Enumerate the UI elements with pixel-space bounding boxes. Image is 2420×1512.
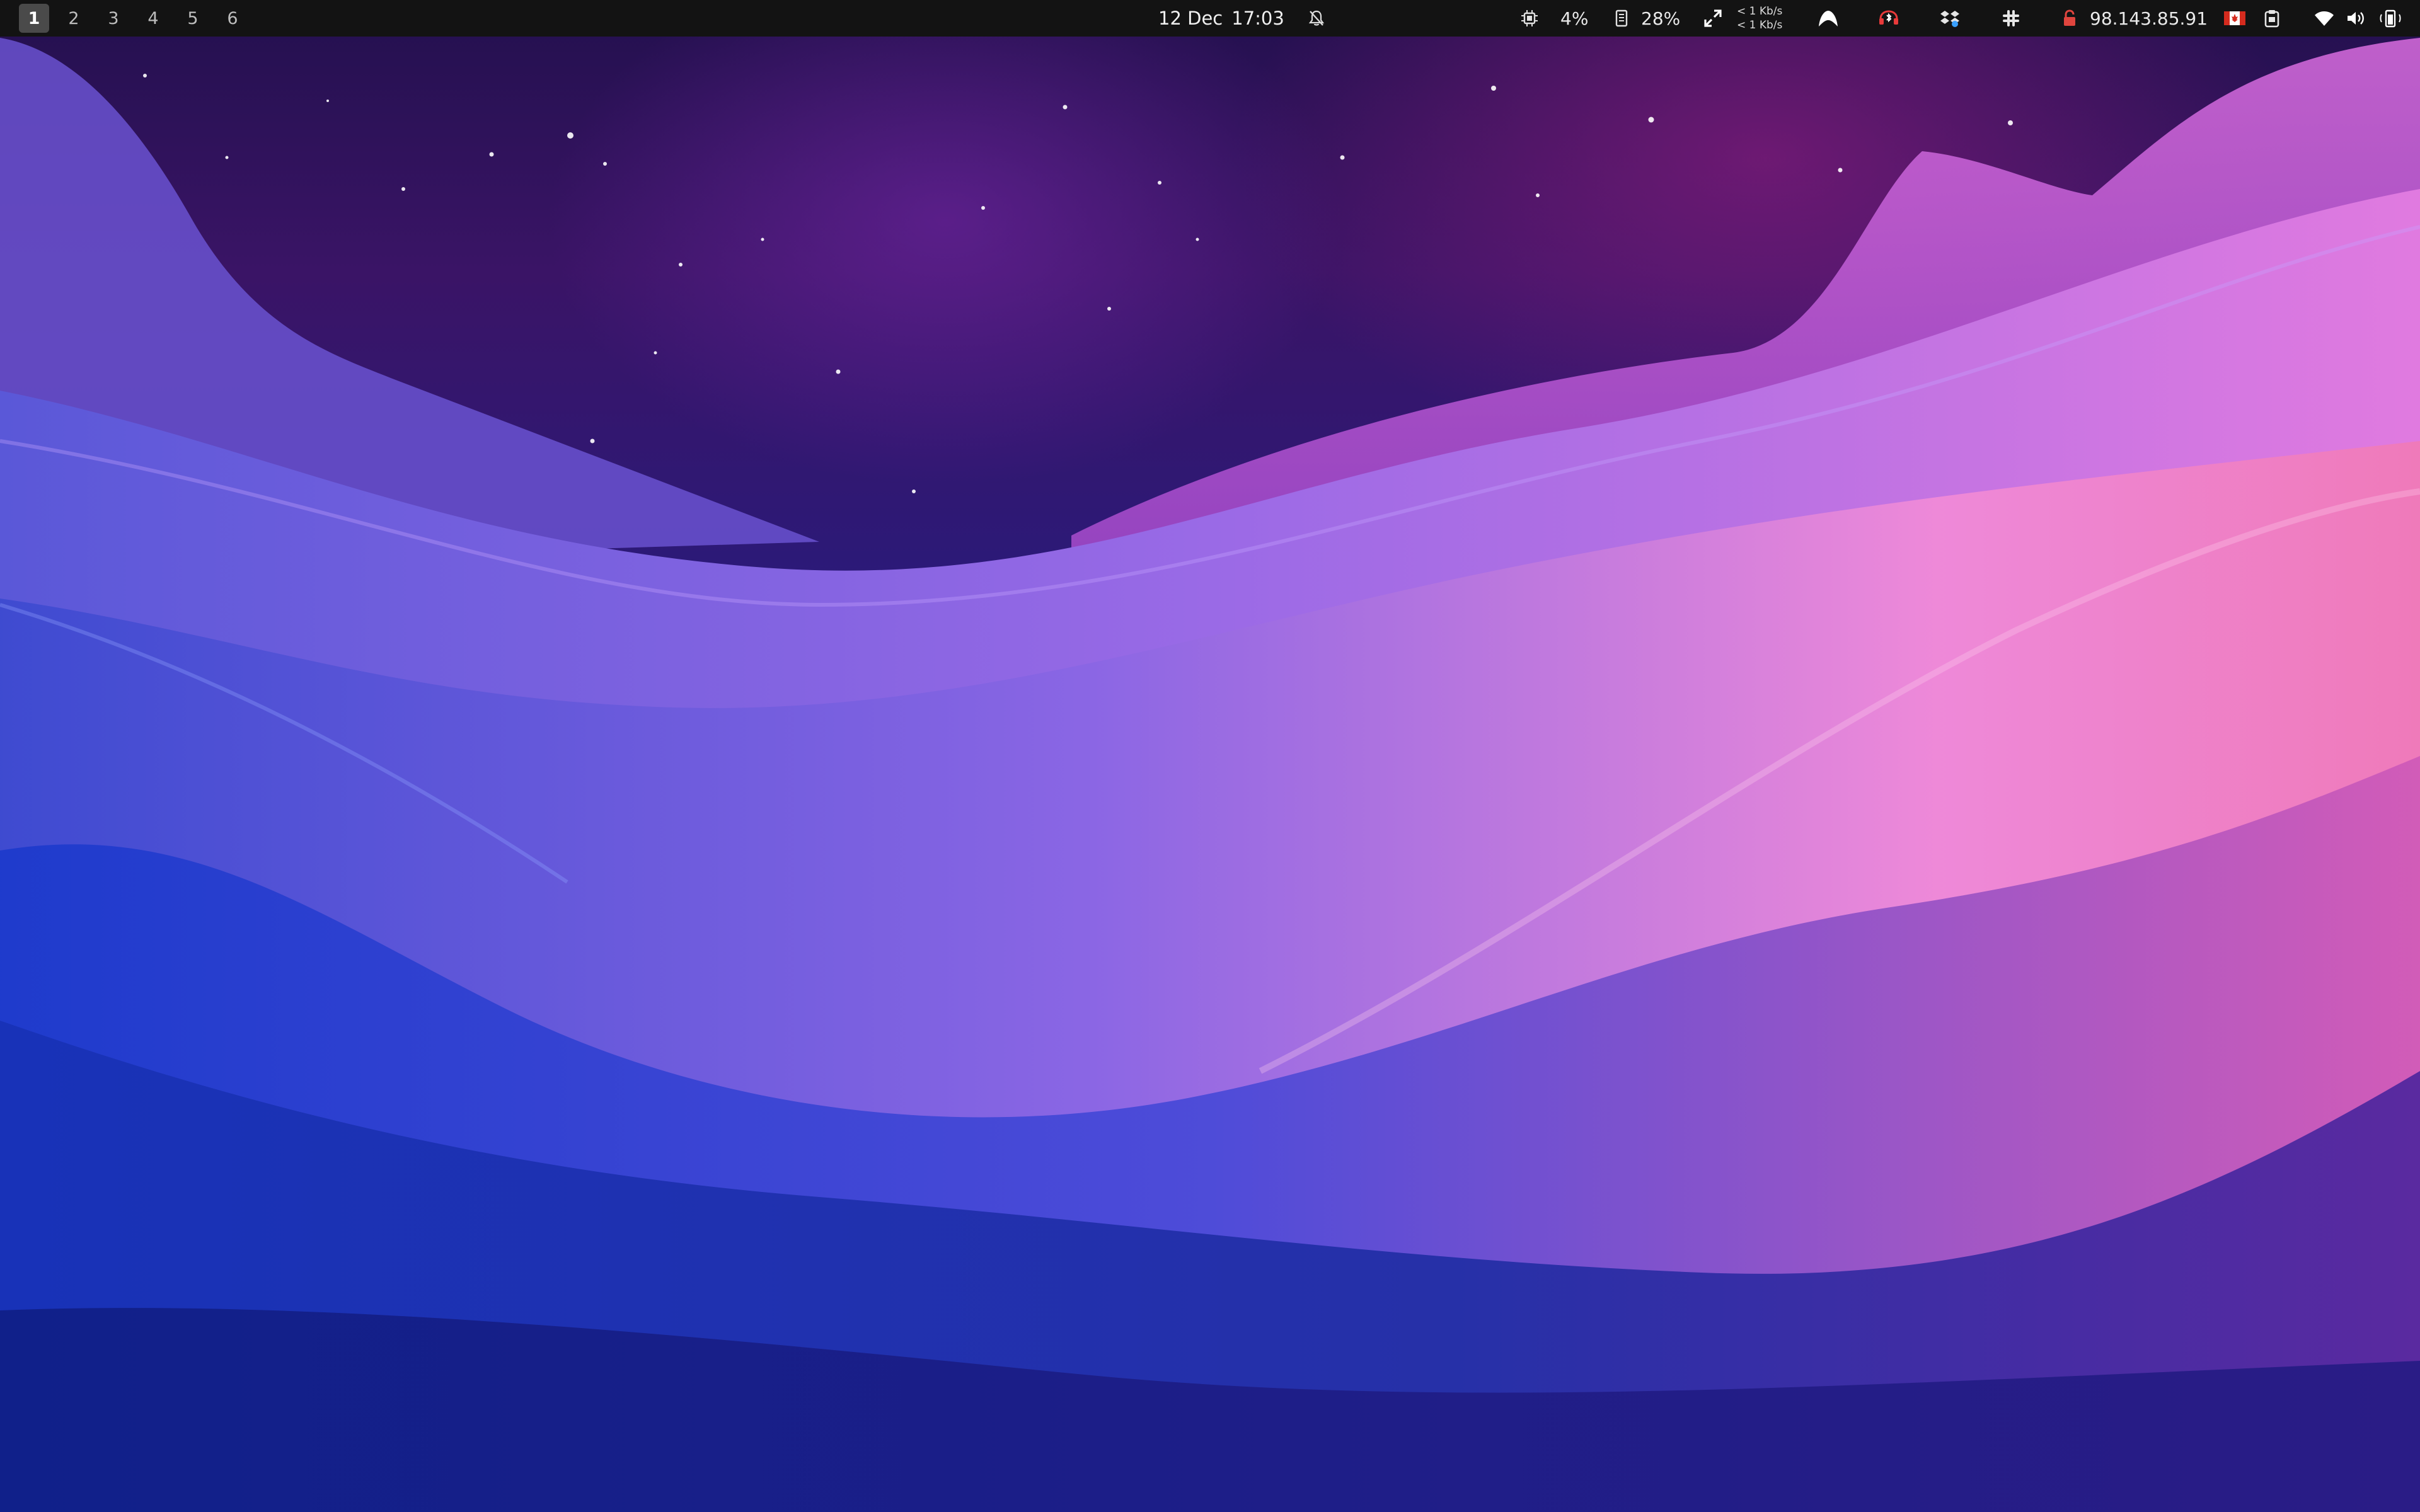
canada-flag-icon bbox=[2224, 11, 2246, 25]
volume-tray[interactable] bbox=[2346, 0, 2366, 37]
workspace-4[interactable]: 4 bbox=[138, 4, 168, 33]
volume-icon[interactable] bbox=[2346, 9, 2366, 28]
padlock-icon bbox=[2062, 9, 2077, 28]
slack-icon[interactable] bbox=[2002, 9, 2020, 28]
bell-slash-icon[interactable] bbox=[1307, 9, 1326, 28]
wifi-tray[interactable] bbox=[2314, 0, 2334, 37]
clock-area[interactable]: 12 Dec 17:03 bbox=[1158, 0, 1326, 37]
bluetooth-headset-icon[interactable] bbox=[1878, 9, 1899, 28]
memory-widget[interactable]: 28% bbox=[1615, 0, 1680, 37]
cpu-value: 4% bbox=[1560, 8, 1589, 29]
cpu-icon bbox=[1520, 9, 1539, 28]
workspace-6[interactable]: 6 bbox=[217, 4, 248, 33]
cpu-widget[interactable]: 4% bbox=[1520, 0, 1588, 37]
dropbox-tray[interactable] bbox=[1940, 0, 1960, 37]
ip-widget[interactable]: 98.143.85.91 bbox=[2062, 0, 2246, 37]
vpn-arch-icon[interactable] bbox=[1818, 9, 1839, 28]
workspace-1[interactable]: 1 bbox=[19, 4, 49, 33]
memory-value: 28% bbox=[1641, 8, 1681, 29]
wifi-icon[interactable] bbox=[2314, 9, 2334, 27]
ip-address: 98.143.85.91 bbox=[2090, 8, 2208, 29]
network-speed-widget[interactable]: < 1 Kb/s < 1 Kb/s bbox=[1703, 0, 1782, 37]
network-upload-speed: < 1 Kb/s bbox=[1737, 5, 1783, 18]
slack-tray[interactable] bbox=[2002, 0, 2020, 37]
dropbox-icon[interactable] bbox=[1940, 9, 1960, 28]
battery-tray[interactable] bbox=[2380, 0, 2401, 37]
expand-arrows-icon bbox=[1703, 8, 1723, 28]
vpn-tray[interactable] bbox=[1818, 0, 1839, 37]
network-speed-text: < 1 Kb/s < 1 Kb/s bbox=[1737, 4, 1782, 32]
memory-icon bbox=[1615, 9, 1628, 28]
battery-icon[interactable] bbox=[2380, 9, 2401, 28]
workspace-switcher: 1 2 3 4 5 6 bbox=[19, 0, 257, 37]
wallpaper-waves bbox=[0, 38, 2420, 1512]
workspace-5[interactable]: 5 bbox=[178, 4, 208, 33]
workspace-3[interactable]: 3 bbox=[98, 4, 129, 33]
network-download-speed: < 1 Kb/s bbox=[1737, 19, 1783, 32]
top-bar: 1 2 3 4 5 6 12 Dec 17:03 4% 28% < 1 Kb/s… bbox=[0, 0, 2420, 37]
headset-tray[interactable] bbox=[1878, 0, 1899, 37]
clipboard-tray[interactable] bbox=[2264, 0, 2280, 37]
clock-time: 17:03 bbox=[1231, 8, 1284, 29]
clock-date: 12 Dec bbox=[1158, 8, 1223, 29]
clipboard-icon[interactable] bbox=[2264, 9, 2280, 28]
desktop-wallpaper bbox=[0, 0, 2420, 1512]
workspace-2[interactable]: 2 bbox=[59, 4, 89, 33]
